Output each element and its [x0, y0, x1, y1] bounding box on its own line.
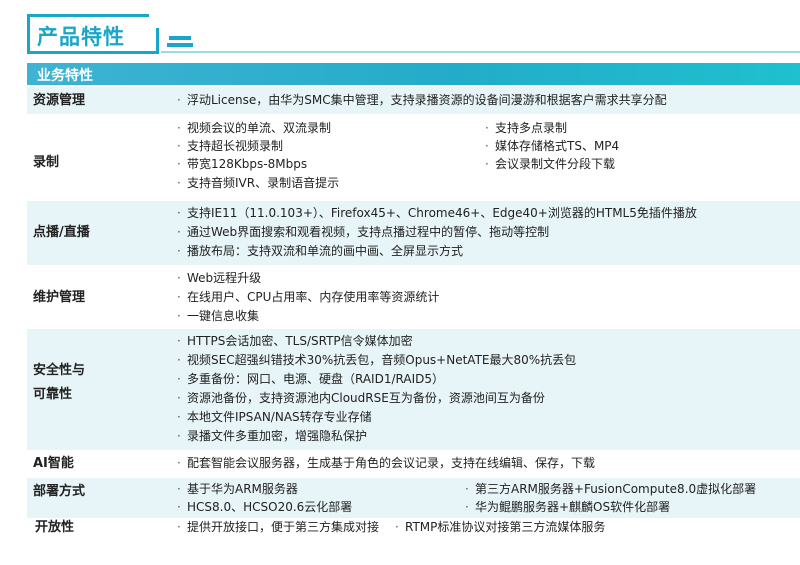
- row-label: 录制: [33, 155, 60, 170]
- title-accent-dash: [167, 43, 193, 47]
- title-underline: [161, 51, 800, 53]
- list-item: · 一键信息收集: [177, 309, 260, 323]
- row-label: 维护管理: [33, 290, 86, 305]
- list-item: · 视频SEC超强纠错技术30%抗丢包，音频Opus+NetATE最大80%抗丢包: [177, 353, 577, 367]
- bullet-icon: ·: [177, 500, 181, 514]
- section-header-bar: 业务特性: [27, 63, 800, 85]
- row-label: 点播/直播: [33, 225, 90, 240]
- title-accent-dash: [169, 36, 191, 40]
- list-item: · 多重备份：网口、电源、硬盘（RAID1/RAID5）: [177, 372, 444, 386]
- feature-row-vod-live: 点播/直播 · 支持IE11（11.0.103+）、Firefox45+、Chro…: [27, 201, 800, 265]
- bullet-icon: ·: [177, 290, 181, 304]
- feature-row-ai: AI智能 · 配套智能会议服务器，生成基于角色的会议记录，支持在线编辑、保存，下载: [27, 451, 800, 477]
- feature-row-recording: 录制 · 视频会议的单流、双流录制 · 支持超长视频录制 · 带宽128Kbps-8M…: [27, 115, 800, 200]
- bullet-icon: ·: [177, 225, 181, 239]
- bullet-icon: ·: [177, 520, 181, 534]
- list-item: · 资源池备份，支持资源池内CloudRSE互为备份，资源池间互为备份: [177, 391, 545, 405]
- bullet-icon: ·: [177, 429, 181, 443]
- bullet-icon: ·: [177, 334, 181, 348]
- bullet-icon: ·: [177, 139, 181, 153]
- bullet-icon: ·: [177, 271, 181, 285]
- row-label: 部署方式: [33, 484, 86, 499]
- bullet-icon: ·: [465, 500, 469, 514]
- list-item: · 支持超长视频录制: [177, 139, 284, 153]
- feature-row-deployment: 部署方式 · 基于华为ARM服务器 · HCS8.0、HCSO20.6云化部署 · 第…: [27, 478, 800, 518]
- list-item: · 配套智能会议服务器，生成基于角色的会议记录，支持在线编辑、保存，下载: [177, 456, 596, 470]
- bullet-icon: ·: [177, 206, 181, 220]
- section-header: 业务特性: [37, 68, 93, 84]
- row-label: 开放性: [35, 520, 75, 535]
- list-item: · 媒体存储格式TS、MP4: [485, 139, 620, 153]
- list-item: · HTTPS会话加密、TLS/SRTP信令媒体加密: [177, 334, 413, 348]
- page-title-block: 产品特性: [27, 8, 800, 56]
- list-item: · 通过Web界面搜索和观看视频，支持点播过程中的暂停、拖动等控制: [177, 225, 550, 239]
- list-item: · 支持IE11（11.0.103+）、Firefox45+、Chrome46+、…: [177, 206, 697, 220]
- list-item: · 华为鲲鹏服务器+麒麟OS软件化部署: [465, 500, 671, 514]
- bullet-icon: ·: [395, 520, 399, 534]
- bullet-icon: ·: [485, 157, 489, 171]
- bullet-icon: ·: [177, 93, 181, 107]
- bullet-icon: ·: [177, 456, 181, 470]
- list-item: · Web远程升级: [177, 271, 262, 285]
- page-title: 产品特性: [37, 25, 125, 49]
- row-label: AI智能: [33, 456, 74, 471]
- row-label: 资源管理: [33, 93, 86, 108]
- bullet-icon: ·: [465, 482, 469, 496]
- bullet-icon: ·: [177, 176, 181, 190]
- list-item: · 会议录制文件分段下载: [485, 157, 616, 171]
- list-item: · 第三方ARM服务器+FusionCompute8.0虚拟化部署: [465, 482, 757, 496]
- row-label: 安全性与: [33, 363, 86, 378]
- bullet-icon: ·: [177, 482, 181, 496]
- feature-row-resource: 资源管理 · 浮动License，由华为SMC集中管理，支持录播资源的设备间漫游和…: [27, 87, 800, 114]
- list-item: · 视频会议的单流、双流录制: [177, 121, 332, 135]
- list-item: · 支持音频IVR、录制语音提示: [177, 176, 340, 190]
- bullet-icon: ·: [177, 391, 181, 405]
- list-item: · RTMP标准协议对接第三方流媒体服务: [395, 520, 606, 534]
- row-label: 可靠性: [33, 387, 73, 402]
- list-item: · 支持多点录制: [485, 121, 568, 135]
- feature-row-openness: 开放性 · 提供开放接口，便于第三方集成对接 · RTMP标准协议对接第三方流媒体服…: [27, 516, 800, 542]
- list-item: · 浮动License，由华为SMC集中管理，支持录播资源的设备间漫游和根据客户需…: [177, 93, 667, 107]
- list-item: · 播放布局：支持双流和单流的画中画、全屏显示方式: [177, 244, 464, 258]
- bullet-icon: ·: [177, 157, 181, 171]
- bullet-icon: ·: [177, 244, 181, 258]
- bullet-icon: ·: [485, 121, 489, 135]
- list-item: · 提供开放接口，便于第三方集成对接: [177, 520, 380, 534]
- bullet-icon: ·: [177, 309, 181, 323]
- bullet-icon: ·: [177, 353, 181, 367]
- list-item: · 录播文件多重加密，增强隐私保护: [177, 429, 368, 443]
- bullet-icon: ·: [177, 121, 181, 135]
- list-item: · 基于华为ARM服务器: [177, 482, 298, 496]
- list-item: · 本地文件IPSAN/NAS转存专业存储: [177, 410, 372, 424]
- bullet-icon: ·: [177, 372, 181, 386]
- list-item: · 带宽128Kbps-8Mbps: [177, 157, 308, 171]
- title-frame-corner: [145, 28, 159, 54]
- list-item: · 在线用户、CPU占用率、内存使用率等资源统计: [177, 290, 440, 304]
- bullet-icon: ·: [485, 139, 489, 153]
- list-item: · HCS8.0、HCSO20.6云化部署: [177, 500, 353, 514]
- bullet-icon: ·: [177, 410, 181, 424]
- feature-row-maintenance: 维护管理 · Web远程升级 · 在线用户、CPU占用率、内存使用率等资源统计 · 一…: [27, 266, 800, 328]
- feature-row-security: 安全性与 可靠性 · HTTPS会话加密、TLS/SRTP信令媒体加密 · 视频SE…: [27, 329, 800, 450]
